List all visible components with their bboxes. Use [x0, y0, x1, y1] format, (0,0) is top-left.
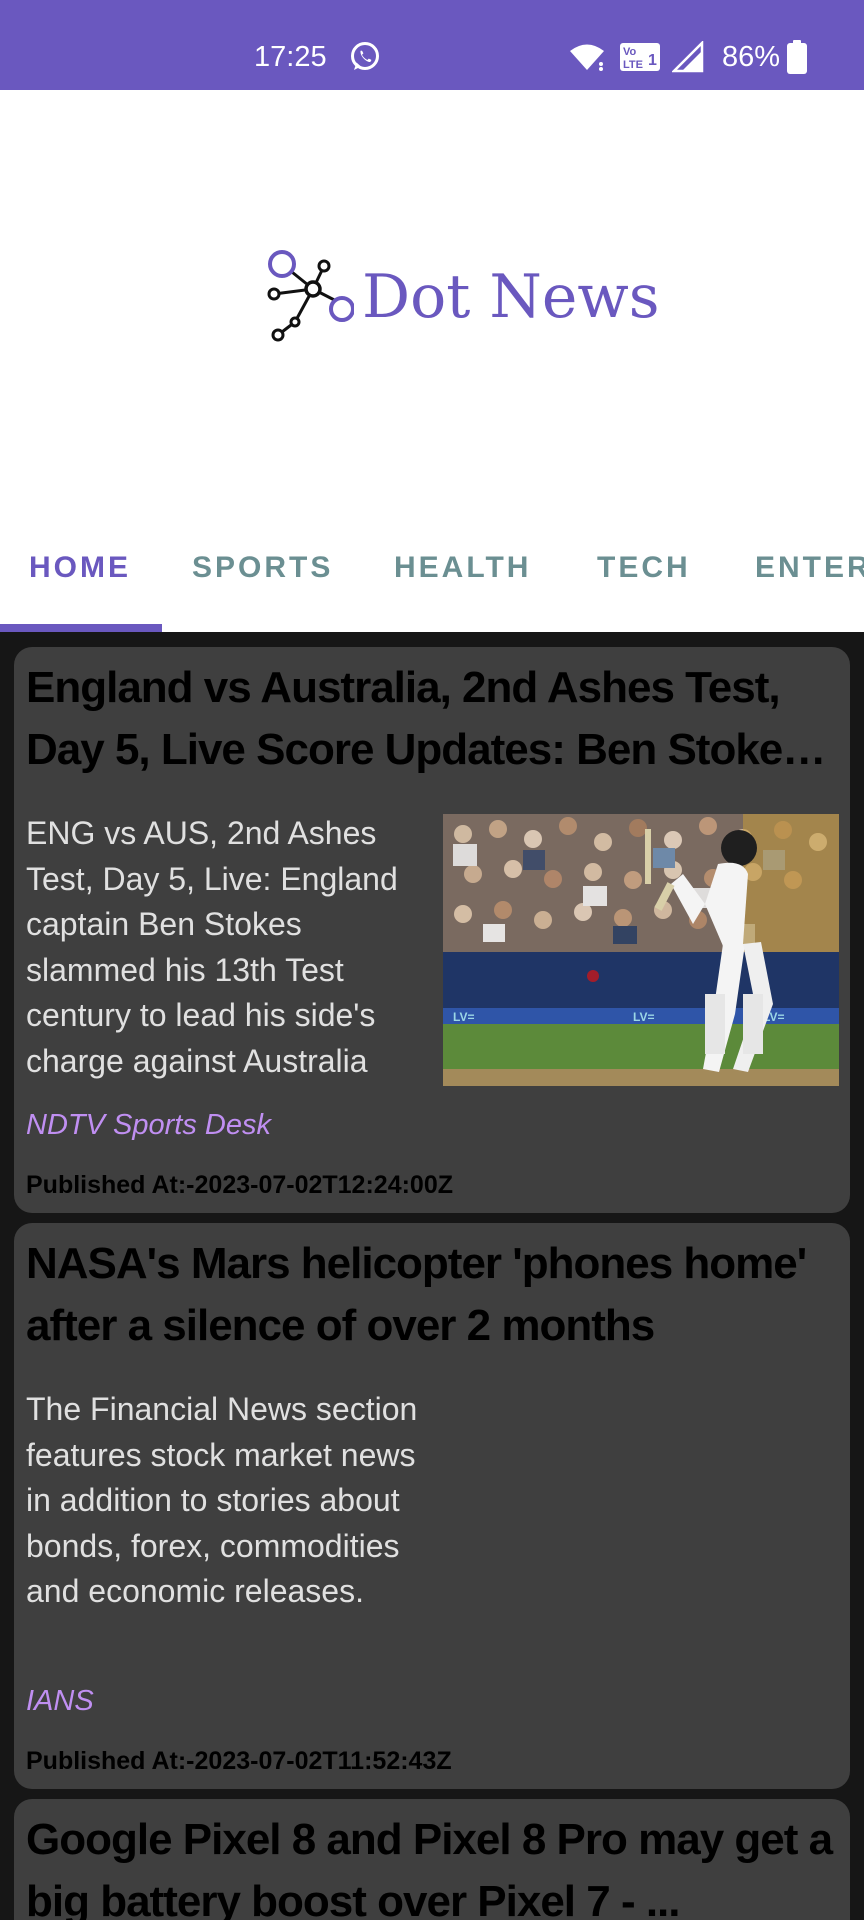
news-card-title: NASA's Mars helicopter 'phones home' aft… [26, 1239, 807, 1350]
tab-health[interactable]: HEALTH [394, 548, 531, 588]
whatsapp-icon [351, 42, 379, 70]
status-time: 17:25 [254, 41, 327, 73]
app-header: Dot News [0, 90, 864, 528]
wifi-icon [570, 44, 604, 71]
active-tab-indicator [0, 624, 162, 632]
battery-percentage: 86% [722, 41, 781, 73]
news-card-title: Google Pixel 8 and Pixel 8 Pro may get a… [26, 1815, 833, 1920]
category-tab-bar: HOME SPORTS HEALTH TECH ENTER [0, 528, 864, 632]
svg-text:LTE: LTE [623, 59, 643, 71]
svg-text:LV=: LV= [453, 1010, 474, 1024]
news-card-published: Published At:-2023-07-02T11:52:43Z [26, 1747, 452, 1775]
news-card[interactable]: Google Pixel 8 and Pixel 8 Pro may get a… [14, 1799, 850, 1920]
app-title: Dot News [362, 262, 660, 332]
news-card[interactable]: NASA's Mars helicopter 'phones home' aft… [14, 1223, 850, 1789]
svg-text:LV=: LV= [633, 1010, 654, 1024]
tab-entertainment[interactable]: ENTER [755, 548, 864, 588]
news-card-source: IANS [26, 1685, 94, 1717]
news-app-screen: 17:25 Vo LTE 1 86% Dot News HOME SPORTS … [0, 0, 864, 1920]
news-card-title: England vs Australia, 2nd Ashes Test, Da… [26, 663, 807, 774]
news-card[interactable]: England vs Australia, 2nd Ashes Test, Da… [14, 647, 850, 1213]
signal-icon [672, 41, 704, 73]
news-card-image: LV= LV= LV= [443, 814, 839, 1086]
tab-tech[interactable]: TECH [597, 548, 691, 588]
news-card-description: ENG vs AUS, 2nd Ashes Test, Day 5, Live:… [26, 815, 398, 1079]
svg-text:Vo: Vo [623, 46, 637, 58]
cricket-photo: LV= LV= LV= [443, 814, 839, 1086]
battery-icon [787, 40, 807, 74]
tab-sports[interactable]: SPORTS [192, 548, 333, 588]
news-card-description: The Financial News section features stoc… [26, 1391, 418, 1609]
svg-text:1: 1 [648, 52, 657, 69]
volte-lte-icon: Vo LTE 1 [620, 43, 660, 71]
news-card-published: Published At:-2023-07-02T12:24:00Z [26, 1171, 454, 1199]
news-card-source: NDTV Sports Desk [26, 1109, 271, 1141]
status-bar: 17:25 Vo LTE 1 86% [0, 0, 864, 90]
tab-home[interactable]: HOME [29, 548, 131, 588]
connected-dots-logo-icon [267, 250, 354, 342]
